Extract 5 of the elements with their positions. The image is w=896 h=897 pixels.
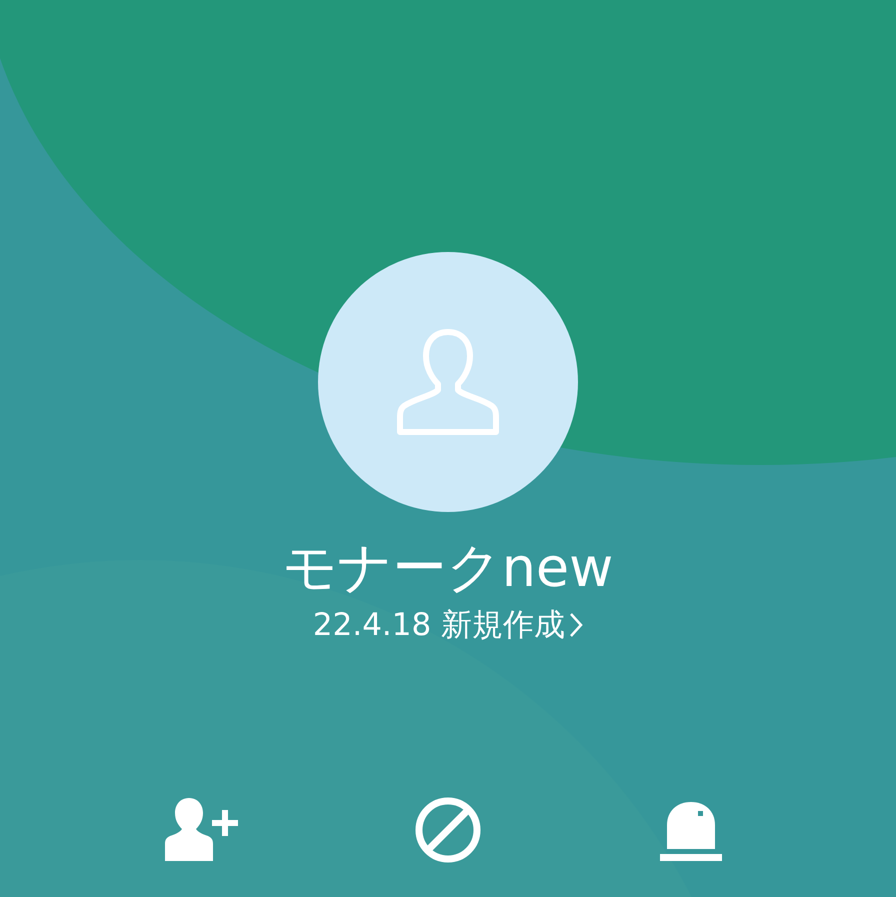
profile-status[interactable]: 22.4.18 新規作成 xyxy=(312,606,566,644)
profile-name: モナークnew xyxy=(282,536,614,601)
person-icon xyxy=(396,328,500,436)
chevron-icon[interactable] xyxy=(569,612,584,638)
block-icon xyxy=(415,796,481,863)
